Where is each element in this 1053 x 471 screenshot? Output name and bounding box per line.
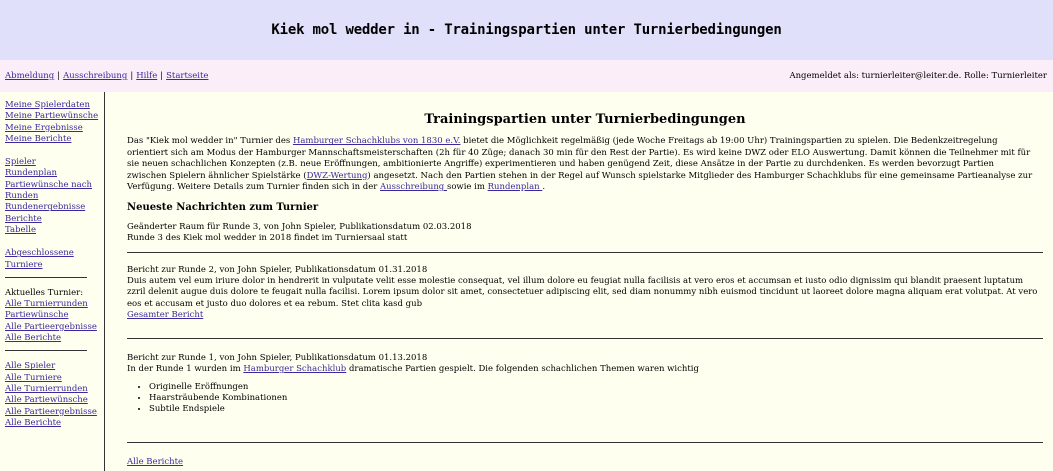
help-link[interactable]: Hilfe bbox=[136, 71, 157, 81]
news-item-body: Bericht zur Runde 2, von John Spieler, P… bbox=[127, 265, 1043, 326]
sidebar-item-my-player-data[interactable]: Meine Spielerdaten bbox=[5, 100, 104, 111]
content: Trainingspartien unter Turnierbedingunge… bbox=[105, 92, 1053, 471]
news-divider bbox=[127, 337, 1043, 339]
main-area: Meine Spielerdaten Meine Partiewünsche M… bbox=[0, 92, 1053, 471]
news-divider bbox=[127, 441, 1043, 443]
current-tournament-label: Aktuelles Turnier: bbox=[5, 287, 84, 298]
full-report-link[interactable]: Gesamter Bericht bbox=[127, 310, 203, 320]
news-item: Bericht zur Runde 1, von John Spieler, P… bbox=[127, 353, 1043, 443]
news-title: Bericht zur Runde 2, von John Spieler, P… bbox=[127, 264, 428, 275]
sidebar-item-all-players[interactable]: Alle Spieler bbox=[5, 361, 104, 372]
top-bar: Abmeldung | Ausschreibung | Hilfe | Startseite… bbox=[0, 60, 1053, 92]
intro-text: sowie im bbox=[446, 182, 488, 193]
list-item: Haarsträubende Kombinationen bbox=[149, 393, 1043, 404]
nav-separator: | bbox=[130, 71, 134, 81]
sidebar-item-finished-tournaments[interactable]: Abgeschlossene Turniere bbox=[5, 248, 104, 271]
list-item: Subtile Endspiele bbox=[149, 404, 1043, 415]
nav-separator: | bbox=[57, 71, 61, 81]
news-item-body: Geänderter Raum für Runde 3, von John Sp… bbox=[127, 222, 1043, 249]
round-plan-inline-link[interactable]: Rundenplan bbox=[488, 182, 543, 192]
sidebar-item-round-results[interactable]: Rundenergebnisse bbox=[5, 202, 104, 213]
club-link[interactable]: Hamburger Schachklubs von 1830 e.V. bbox=[293, 136, 460, 146]
sidebar-item-all-game-results-admin[interactable]: Alle Partieergebnisse bbox=[5, 407, 104, 418]
intro-text: Das "Kiek mol wedder in" Turnier des bbox=[127, 136, 293, 147]
sidebar-item-all-tournament-rounds[interactable]: Alle Turnierrunden bbox=[5, 384, 104, 395]
page-title: Trainingspartien unter Turnierbedingunge… bbox=[424, 112, 746, 127]
news-text-part: dramatische Partien gespielt. Die folgen… bbox=[346, 364, 699, 375]
news-text: In der Runde 1 wurden im Hamburger Schac… bbox=[127, 364, 1043, 375]
sidebar-item-my-game-requests[interactable]: Meine Partiewünsche bbox=[5, 111, 104, 122]
news-divider bbox=[127, 251, 1043, 253]
sidebar-item-table[interactable]: Tabelle bbox=[5, 225, 104, 236]
club-inline-link[interactable]: Hamburger Schachklub bbox=[243, 364, 346, 374]
dwz-link[interactable]: DWZ-Wertung bbox=[307, 171, 368, 181]
sidebar-finished-group: Abgeschlossene Turniere bbox=[5, 248, 104, 271]
nav-separator: | bbox=[160, 71, 164, 81]
sidebar-item-all-rounds[interactable]: Alle Turnierrunden bbox=[5, 299, 104, 310]
news-text: Runde 3 des Kiek mol wedder in 2018 find… bbox=[127, 233, 408, 244]
banner-title: Kiek mol wedder in - Trainingspartien un… bbox=[271, 22, 782, 38]
sidebar-item-my-reports[interactable]: Meine Berichte bbox=[5, 134, 104, 145]
announcement-inline-link[interactable]: Ausschreibung bbox=[380, 182, 447, 192]
sidebar-item-players[interactable]: Spieler bbox=[5, 157, 104, 168]
logout-link[interactable]: Abmeldung bbox=[5, 71, 54, 81]
banner: Kiek mol wedder in - Trainingspartien un… bbox=[0, 0, 1053, 60]
news-item: Geänderter Raum für Runde 3, von John Sp… bbox=[127, 222, 1043, 253]
sidebar-item-round-plan[interactable]: Rundenplan bbox=[5, 168, 104, 179]
login-info: Angemeldet als: turnierleiter@leiter.de.… bbox=[789, 71, 1047, 81]
sidebar-divider bbox=[5, 276, 87, 278]
news-item: Bericht zur Runde 2, von John Spieler, P… bbox=[127, 265, 1043, 339]
news-title: Bericht zur Runde 1, von John Spieler, P… bbox=[127, 352, 428, 363]
sidebar-tournament-group: Spieler Rundenplan Partiewünsche nach Ru… bbox=[5, 157, 104, 236]
news-text: Duis autem vel eum iriure dolor in hendr… bbox=[127, 276, 1038, 309]
sidebar-item-reports[interactable]: Berichte bbox=[5, 214, 104, 225]
sidebar-item-game-requests[interactable]: Partiewünsche bbox=[5, 310, 104, 321]
sidebar-item-requests-by-round[interactable]: Partiewünsche nach Runden bbox=[5, 180, 104, 203]
sidebar-item-all-reports-admin[interactable]: Alle Berichte bbox=[5, 418, 104, 429]
sidebar-my-group: Meine Spielerdaten Meine Partiewünsche M… bbox=[5, 100, 104, 145]
top-nav: Abmeldung | Ausschreibung | Hilfe | Startseite bbox=[5, 71, 208, 81]
all-reports-link[interactable]: Alle Berichte bbox=[127, 457, 1043, 468]
news-item-body: Bericht zur Runde 1, von John Spieler, P… bbox=[127, 353, 1043, 430]
list-item: Originelle Eröffnungen bbox=[149, 382, 1043, 393]
sidebar-admin-group: Alle Spieler Alle Turniere Alle Turnierr… bbox=[5, 361, 104, 429]
sidebar-item-my-results[interactable]: Meine Ergebnisse bbox=[5, 123, 104, 134]
intro-text: . bbox=[542, 182, 546, 193]
sidebar-item-all-tournaments[interactable]: Alle Turniere bbox=[5, 373, 104, 384]
sidebar-divider bbox=[5, 350, 87, 352]
sidebar: Meine Spielerdaten Meine Partiewünsche M… bbox=[0, 92, 105, 471]
intro-paragraph: Das "Kiek mol wedder in" Turnier des Ham… bbox=[127, 136, 1043, 193]
home-link[interactable]: Startseite bbox=[166, 71, 208, 81]
sidebar-item-all-game-requests[interactable]: Alle Partiewünsche bbox=[5, 395, 104, 406]
announcement-link[interactable]: Ausschreibung bbox=[63, 71, 127, 81]
news-heading: Neueste Nachrichten zum Turnier bbox=[127, 202, 319, 214]
news-text-part: In der Runde 1 wurden im bbox=[127, 364, 244, 375]
news-title: Geänderter Raum für Runde 3, von John Sp… bbox=[127, 221, 472, 232]
sidebar-current-group: Aktuelles Turnier: Alle Turnierrunden Pa… bbox=[5, 288, 104, 344]
sidebar-item-all-game-results[interactable]: Alle Partieergebnisse bbox=[5, 322, 104, 333]
sidebar-item-all-reports[interactable]: Alle Berichte bbox=[5, 333, 104, 344]
topic-list: Originelle Eröffnungen Haarsträubende Ko… bbox=[127, 382, 1043, 416]
